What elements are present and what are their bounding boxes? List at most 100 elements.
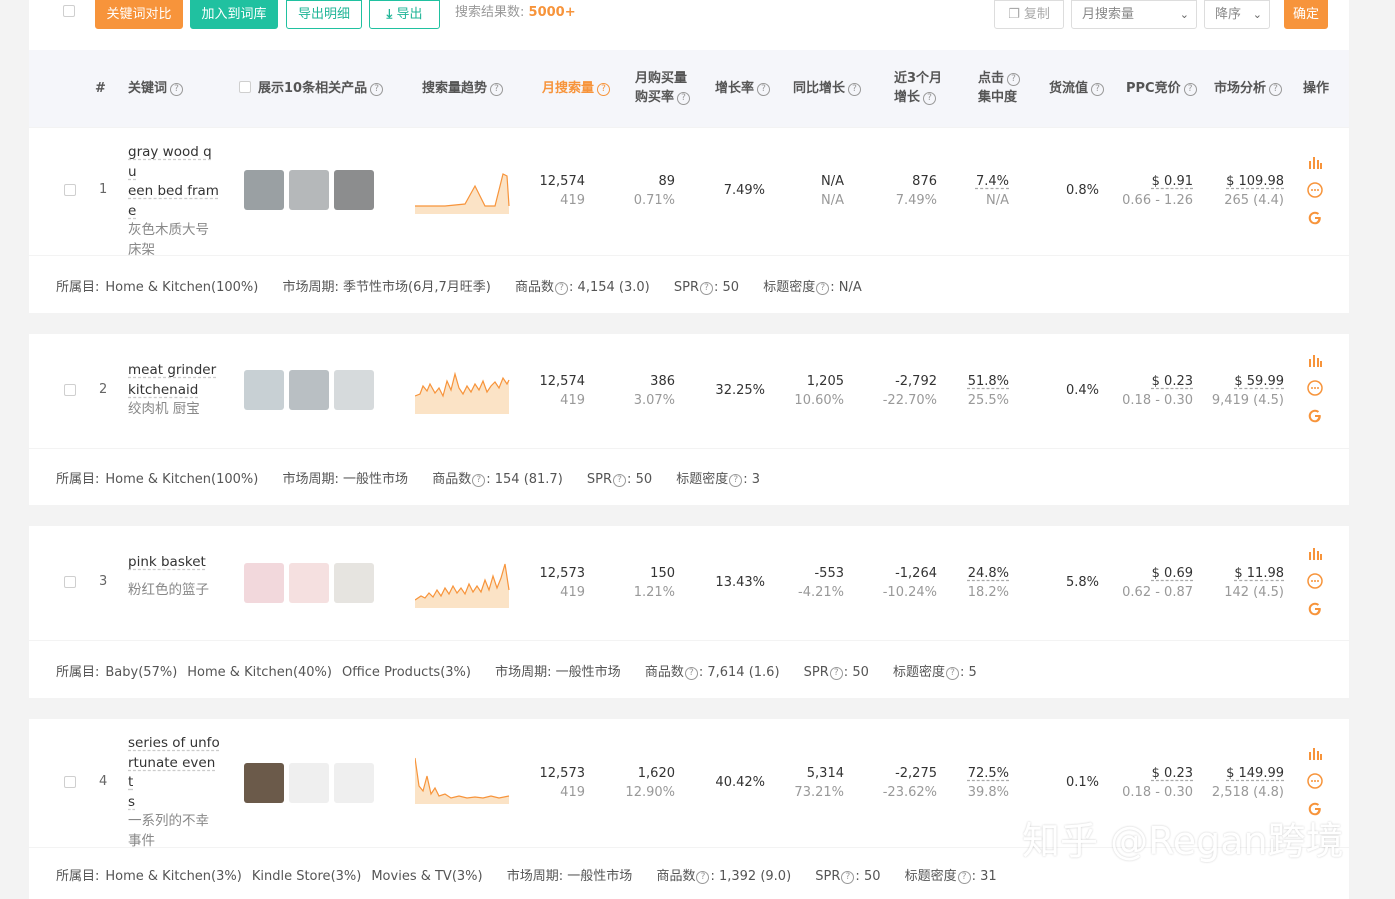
- category-item[interactable]: Office Products(3%): [342, 665, 471, 680]
- keyword-en-line[interactable]: kitchenaid: [128, 381, 220, 401]
- bar-chart-icon[interactable]: [1307, 745, 1323, 761]
- help-icon[interactable]: ?: [923, 92, 937, 105]
- ppc-bid-value[interactable]: $ 0.91: [1152, 172, 1193, 191]
- more-icon[interactable]: [1307, 380, 1323, 396]
- bar-chart-icon[interactable]: [1307, 154, 1323, 170]
- help-icon[interactable]: ?: [684, 667, 698, 680]
- col-show-products[interactable]: 展示10条相关产品?: [239, 79, 384, 98]
- help-icon[interactable]: ?: [757, 83, 771, 96]
- help-icon[interactable]: ?: [1269, 83, 1283, 96]
- category-item[interactable]: Movies & TV(3%): [371, 869, 482, 884]
- help-icon[interactable]: ?: [370, 83, 384, 96]
- click-concentration-value[interactable]: 24.8%: [968, 564, 1009, 583]
- category-item[interactable]: Home & Kitchen(100%): [105, 472, 258, 487]
- sort-field-select[interactable]: 月搜索量 ⌄: [1071, 0, 1197, 29]
- product-image[interactable]: [244, 370, 284, 410]
- copy-button[interactable]: ❐ 复制: [994, 0, 1064, 29]
- category-item[interactable]: Home & Kitchen(40%): [187, 665, 332, 680]
- help-icon[interactable]: ?: [729, 474, 743, 487]
- help-icon[interactable]: ?: [1007, 73, 1021, 86]
- row-checkbox[interactable]: [64, 384, 76, 396]
- bar-chart-icon[interactable]: [1307, 545, 1323, 561]
- market-analysis-value[interactable]: $ 59.99: [1234, 372, 1284, 391]
- confirm-button[interactable]: 确定: [1284, 0, 1328, 29]
- col-click-concentration[interactable]: 点击? 集中度: [978, 69, 1021, 107]
- category-item[interactable]: Home & Kitchen(100%): [105, 280, 258, 295]
- search-trend-sparkline[interactable]: [415, 366, 511, 414]
- category-item[interactable]: Baby(57%): [105, 665, 177, 680]
- help-icon[interactable]: ?: [677, 92, 691, 105]
- product-image[interactable]: [334, 763, 374, 803]
- keyword-en-line[interactable]: pink basket: [128, 553, 220, 573]
- col-3month-growth[interactable]: 近3个月 增长?: [894, 69, 942, 107]
- product-image[interactable]: [289, 170, 329, 210]
- help-icon[interactable]: ?: [816, 282, 830, 295]
- google-icon[interactable]: [1307, 408, 1323, 424]
- category-item[interactable]: Home & Kitchen(3%): [105, 869, 241, 884]
- search-trend-sparkline[interactable]: [415, 560, 511, 608]
- click-concentration-value[interactable]: 72.5%: [968, 764, 1009, 783]
- col-ppc[interactable]: PPC竞价?: [1126, 79, 1197, 98]
- search-trend-sparkline[interactable]: [415, 756, 511, 804]
- help-icon[interactable]: ?: [490, 83, 504, 96]
- help-icon[interactable]: ?: [472, 474, 486, 487]
- help-icon[interactable]: ?: [957, 871, 971, 884]
- product-image[interactable]: [289, 370, 329, 410]
- help-icon[interactable]: ?: [946, 667, 960, 680]
- product-image[interactable]: [244, 563, 284, 603]
- ppc-bid-value[interactable]: $ 0.23: [1152, 764, 1193, 783]
- product-image[interactable]: [334, 563, 374, 603]
- sort-order-select[interactable]: 降序 ⌄: [1204, 0, 1270, 29]
- product-image[interactable]: [244, 763, 284, 803]
- col-growth[interactable]: 增长率?: [715, 79, 771, 98]
- keyword-compare-button[interactable]: 关键词对比: [95, 0, 183, 29]
- keyword-en-line[interactable]: een bed fram: [128, 182, 220, 202]
- select-all-checkbox[interactable]: [63, 5, 75, 17]
- show-products-checkbox[interactable]: [239, 81, 251, 93]
- product-image[interactable]: [289, 763, 329, 803]
- row-checkbox[interactable]: [64, 184, 76, 196]
- row-checkbox[interactable]: [64, 776, 76, 788]
- ppc-bid-value[interactable]: $ 0.23: [1152, 372, 1193, 391]
- help-icon[interactable]: ?: [1183, 83, 1197, 96]
- col-monthly-search[interactable]: 月搜索量?: [542, 79, 611, 98]
- keyword-en-line[interactable]: s: [128, 793, 220, 813]
- product-image[interactable]: [244, 170, 284, 210]
- product-image[interactable]: [334, 170, 374, 210]
- market-analysis-value[interactable]: $ 149.99: [1226, 764, 1284, 783]
- keyword-en-line[interactable]: series of unfo: [128, 734, 220, 754]
- product-image[interactable]: [334, 370, 374, 410]
- ppc-bid-value[interactable]: $ 0.69: [1152, 564, 1193, 583]
- market-analysis-value[interactable]: $ 109.98: [1226, 172, 1284, 191]
- more-icon[interactable]: [1307, 773, 1323, 789]
- keyword-en-line[interactable]: rtunate event: [128, 754, 220, 793]
- row-checkbox[interactable]: [64, 576, 76, 588]
- help-icon[interactable]: ?: [1091, 83, 1105, 96]
- col-monthly-buy[interactable]: 月购买量 购买率?: [635, 69, 691, 107]
- help-icon[interactable]: ?: [597, 83, 611, 96]
- help-icon[interactable]: ?: [555, 282, 569, 295]
- product-image[interactable]: [289, 563, 329, 603]
- keyword-en-line[interactable]: meat grinder: [128, 361, 220, 381]
- market-analysis-value[interactable]: $ 11.98: [1234, 564, 1284, 583]
- col-flow[interactable]: 货流值?: [1049, 79, 1105, 98]
- more-icon[interactable]: [1307, 573, 1323, 589]
- help-icon[interactable]: ?: [848, 83, 862, 96]
- help-icon[interactable]: ?: [829, 667, 843, 680]
- col-keyword[interactable]: 关键词?: [128, 79, 184, 98]
- help-icon[interactable]: ?: [700, 282, 713, 295]
- search-trend-sparkline[interactable]: [415, 166, 511, 214]
- keyword-en-line[interactable]: gray wood qu: [128, 143, 220, 182]
- export-detail-button[interactable]: 导出明细: [286, 0, 362, 29]
- more-icon[interactable]: [1307, 182, 1323, 198]
- help-icon[interactable]: ?: [613, 474, 627, 487]
- add-to-library-button[interactable]: 加入到词库: [190, 0, 278, 29]
- col-yoy[interactable]: 同比增长?: [793, 79, 862, 98]
- google-icon[interactable]: [1307, 210, 1323, 226]
- help-icon[interactable]: ?: [170, 83, 184, 96]
- help-icon[interactable]: ?: [696, 871, 710, 884]
- category-item[interactable]: Kindle Store(3%): [252, 869, 362, 884]
- help-icon[interactable]: ?: [841, 871, 855, 884]
- click-concentration-value[interactable]: 51.8%: [968, 372, 1009, 391]
- google-icon[interactable]: [1307, 601, 1323, 617]
